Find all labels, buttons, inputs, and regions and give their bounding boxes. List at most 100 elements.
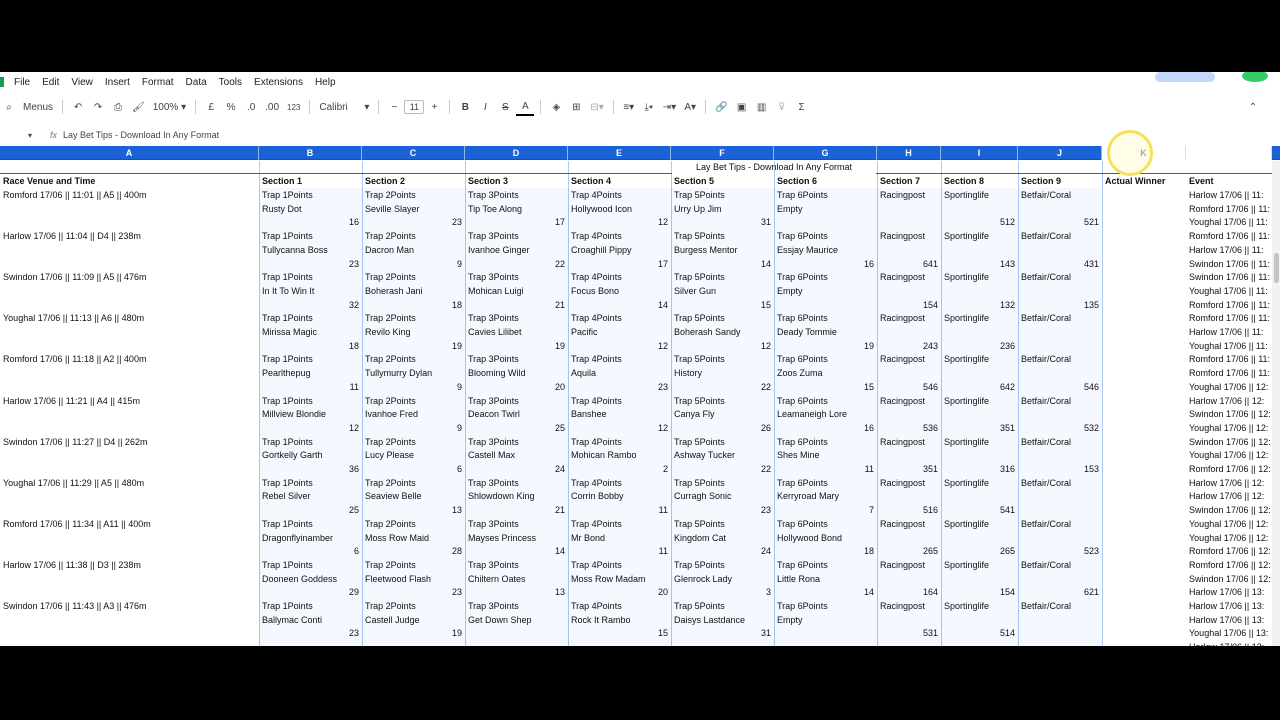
- points-cell[interactable]: 28: [362, 544, 465, 558]
- event-cell[interactable]: Romford 17/06 || 11:: [1186, 202, 1272, 216]
- points-cell[interactable]: 25: [259, 503, 362, 517]
- points-cell[interactable]: 12: [568, 339, 671, 353]
- dog-name-cell[interactable]: Dragonflyinamber: [259, 531, 362, 545]
- trap-cell[interactable]: Trap 1Points: [259, 476, 362, 490]
- horizontal-align-icon[interactable]: ≡▾: [620, 98, 638, 116]
- points-cell[interactable]: 532: [1018, 421, 1102, 435]
- points-cell[interactable]: 521: [1018, 215, 1102, 229]
- trap-cell[interactable]: Trap 3Points: [465, 558, 568, 572]
- trap-cell[interactable]: Trap 3Points: [465, 517, 568, 531]
- trap-cell[interactable]: Trap 1Points: [259, 599, 362, 613]
- points-cell[interactable]: 15: [774, 380, 877, 394]
- trap-cell[interactable]: Trap 4Points: [568, 517, 671, 531]
- menu-view[interactable]: View: [65, 77, 99, 88]
- event-cell[interactable]: Swindon 17/06 || 12:: [1186, 503, 1272, 517]
- points-cell[interactable]: 18: [259, 339, 362, 353]
- points-cell[interactable]: 12: [568, 421, 671, 435]
- strikethrough-icon[interactable]: S: [496, 98, 514, 116]
- points-cell[interactable]: [1018, 626, 1102, 640]
- header-cell[interactable]: Section 5: [671, 174, 774, 188]
- trap-cell[interactable]: Sportinglife: [941, 476, 1018, 490]
- points-cell[interactable]: 12: [568, 215, 671, 229]
- trap-cell[interactable]: Trap 6Points: [774, 270, 877, 284]
- trap-cell[interactable]: Trap 3Points: [465, 394, 568, 408]
- header-cell[interactable]: Section 9: [1018, 174, 1102, 188]
- formula-input[interactable]: Lay Bet Tips - Download In Any Format: [63, 130, 219, 140]
- dog-name-cell[interactable]: Croaghill Pippy: [568, 243, 671, 257]
- trap-cell[interactable]: Betfair/Coral: [1018, 311, 1102, 325]
- trap-cell[interactable]: Trap 3Points: [465, 599, 568, 613]
- collapse-toolbar-icon[interactable]: ⌃: [1244, 98, 1262, 116]
- trap-cell[interactable]: Sportinglife: [941, 558, 1018, 572]
- event-cell[interactable]: Harlow 17/06 || 12:: [1186, 394, 1272, 408]
- points-cell[interactable]: 11: [774, 462, 877, 476]
- dog-name-cell[interactable]: Zoos Zuma: [774, 366, 877, 380]
- points-cell[interactable]: 236: [941, 339, 1018, 353]
- dog-name-cell[interactable]: Seaview Belle: [362, 489, 465, 503]
- points-cell[interactable]: 15: [568, 626, 671, 640]
- dog-name-cell[interactable]: Blooming Wild: [465, 366, 568, 380]
- trap-cell[interactable]: Trap 2Points: [362, 270, 465, 284]
- filter-icon[interactable]: ⊽: [773, 98, 791, 116]
- text-wrap-icon[interactable]: ⇥▾: [660, 98, 679, 116]
- dog-name-cell[interactable]: Gortkelly Garth: [259, 448, 362, 462]
- font-select[interactable]: Calibri ▾: [316, 98, 372, 116]
- menu-file[interactable]: File: [8, 77, 36, 88]
- dog-name-cell[interactable]: Banshee: [568, 407, 671, 421]
- share-button[interactable]: [1155, 72, 1215, 82]
- trap-cell[interactable]: Betfair/Coral: [1018, 476, 1102, 490]
- race-venue-cell[interactable]: Romford 17/06 || 11:34 || A11 || 400m: [0, 517, 259, 531]
- name-box-dropdown-icon[interactable]: ▾: [28, 131, 32, 140]
- column-header-d[interactable]: D: [465, 146, 568, 160]
- header-cell[interactable]: Section 3: [465, 174, 568, 188]
- borders-icon[interactable]: ⊞: [567, 98, 585, 116]
- points-cell[interactable]: 18: [362, 298, 465, 312]
- dog-name-cell[interactable]: Daisys Lastdance: [671, 613, 774, 627]
- event-cell[interactable]: Youghal 17/06 || 13:: [1186, 626, 1272, 640]
- dog-name-cell[interactable]: Tip Toe Along: [465, 202, 568, 216]
- menu-extensions[interactable]: Extensions: [248, 77, 309, 88]
- points-cell[interactable]: 642: [941, 380, 1018, 394]
- trap-cell[interactable]: Trap 2Points: [362, 517, 465, 531]
- race-venue-cell[interactable]: Romford 17/06 || 11:18 || A2 || 400m: [0, 352, 259, 366]
- points-cell[interactable]: 14: [465, 544, 568, 558]
- points-cell[interactable]: 24: [465, 462, 568, 476]
- points-cell[interactable]: 531: [877, 626, 941, 640]
- trap-cell[interactable]: Trap 5Points: [671, 599, 774, 613]
- points-cell[interactable]: 11: [259, 380, 362, 394]
- event-cell[interactable]: Harlow 17/06 || 11:: [1186, 243, 1272, 257]
- trap-cell[interactable]: Trap 1Points: [259, 435, 362, 449]
- currency-format-button[interactable]: £: [202, 98, 220, 116]
- trap-cell[interactable]: Sportinglife: [941, 517, 1018, 531]
- dog-name-cell[interactable]: Focus Bono: [568, 284, 671, 298]
- trap-cell[interactable]: Trap 3Points: [465, 311, 568, 325]
- dog-name-cell[interactable]: Pacific: [568, 325, 671, 339]
- decrease-decimal-button[interactable]: .0: [242, 98, 260, 116]
- race-venue-cell[interactable]: Romford 17/06 || 11:01 || A5 || 400m: [0, 188, 259, 202]
- merge-cells-icon[interactable]: ⊟▾: [587, 98, 606, 116]
- trap-cell[interactable]: Trap 4Points: [568, 394, 671, 408]
- trap-cell[interactable]: Trap 1Points: [259, 270, 362, 284]
- trap-cell[interactable]: Racingpost: [877, 270, 941, 284]
- points-cell[interactable]: 22: [671, 380, 774, 394]
- font-size-decrease-button[interactable]: −: [385, 98, 403, 116]
- dog-name-cell[interactable]: Millview Blondie: [259, 407, 362, 421]
- trap-cell[interactable]: Trap 1Points: [259, 394, 362, 408]
- italic-button[interactable]: I: [476, 98, 494, 116]
- dog-name-cell[interactable]: In It To Win It: [259, 284, 362, 298]
- vertical-align-icon[interactable]: ⤓▾: [640, 98, 658, 116]
- points-cell[interactable]: 11: [568, 503, 671, 517]
- trap-cell[interactable]: Trap 4Points: [568, 558, 671, 572]
- race-venue-cell[interactable]: Harlow 17/06 || 11:04 || D4 || 238m: [0, 229, 259, 243]
- trap-cell[interactable]: Trap 3Points: [465, 476, 568, 490]
- trap-cell[interactable]: Racingpost: [877, 188, 941, 202]
- points-cell[interactable]: 13: [362, 503, 465, 517]
- points-cell[interactable]: 23: [362, 215, 465, 229]
- trap-cell[interactable]: Trap 5Points: [671, 558, 774, 572]
- header-cell[interactable]: Actual Winner: [1102, 174, 1186, 188]
- points-cell[interactable]: 164: [877, 585, 941, 599]
- trap-cell[interactable]: Trap 2Points: [362, 599, 465, 613]
- trap-cell[interactable]: Betfair/Coral: [1018, 435, 1102, 449]
- event-cell[interactable]: Romford 17/06 || 11:: [1186, 366, 1272, 380]
- event-cell[interactable]: Romford 17/06 || 11:: [1186, 229, 1272, 243]
